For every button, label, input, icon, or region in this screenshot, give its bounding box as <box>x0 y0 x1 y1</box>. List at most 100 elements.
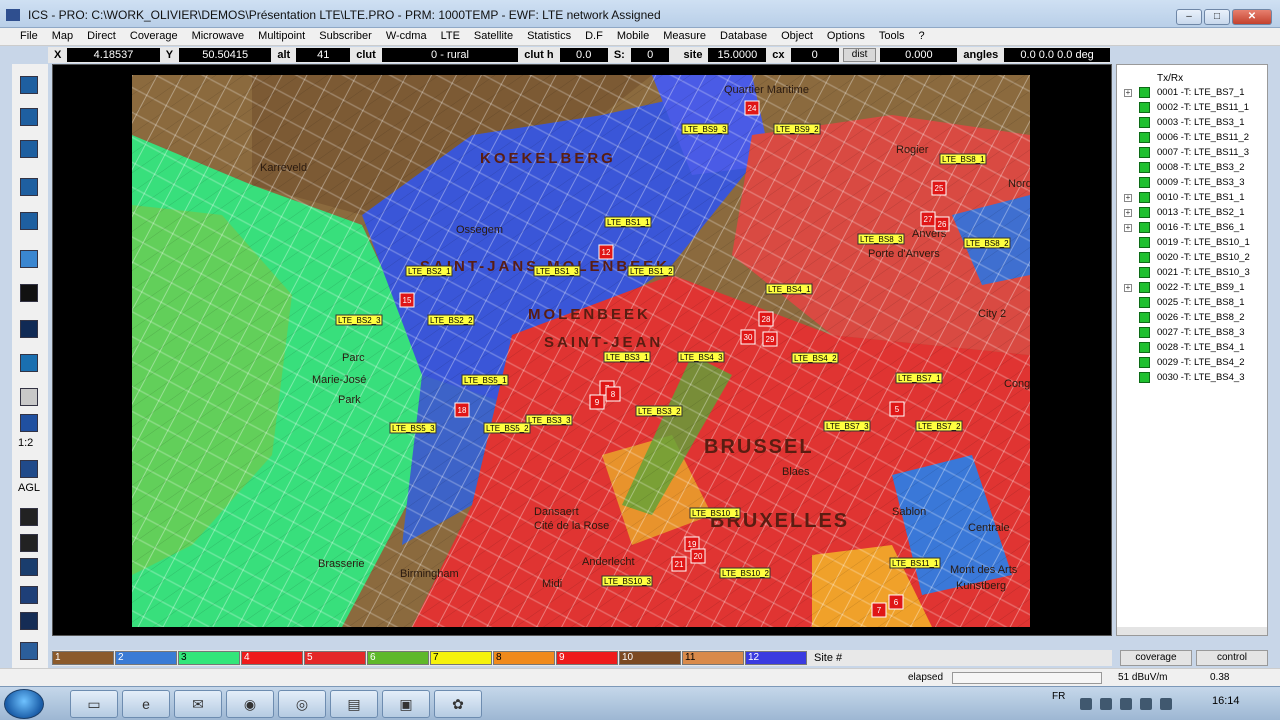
site-marker[interactable]: 7 <box>871 602 887 618</box>
site-marker[interactable]: 15 <box>399 292 415 308</box>
cell-tag[interactable]: LTE_BS11_1 <box>889 557 941 569</box>
site-marker[interactable]: 9 <box>589 394 605 410</box>
transmitter-checkbox-icon[interactable] <box>1139 312 1150 323</box>
menu-file[interactable]: File <box>14 28 46 45</box>
ie-taskbar-icon[interactable]: e <box>122 690 170 718</box>
cell-tag[interactable]: LTE_BS8_3 <box>857 233 905 245</box>
menu-subscriber[interactable]: Subscriber <box>313 28 380 45</box>
tx-rx-item[interactable]: 0003 -T: LTE_BS3_1 <box>1117 115 1267 130</box>
transmitter-checkbox-icon[interactable] <box>1139 342 1150 353</box>
layers-icon[interactable] <box>20 642 38 660</box>
tx-rx-item[interactable]: +0022 -T: LTE_BS9_1 <box>1117 280 1267 295</box>
cell-tag[interactable]: LTE_BS10_3 <box>601 575 653 587</box>
cell-tag[interactable]: LTE_BS4_3 <box>677 351 725 363</box>
language-indicator[interactable]: FR <box>1052 691 1065 702</box>
explorer-taskbar-icon[interactable]: ▭ <box>70 690 118 718</box>
transmitter-checkbox-icon[interactable] <box>1139 252 1150 263</box>
menu-wcdma[interactable]: W-cdma <box>380 28 435 45</box>
tx-rx-item[interactable]: 0026 -T: LTE_BS8_2 <box>1117 310 1267 325</box>
tx-rx-item[interactable]: 0028 -T: LTE_BS4_1 <box>1117 340 1267 355</box>
transmitter-checkbox-icon[interactable] <box>1139 102 1150 113</box>
pan-tool-icon[interactable] <box>20 76 38 94</box>
target-icon[interactable] <box>20 212 38 230</box>
cell-tag[interactable]: LTE_BS8_1 <box>939 153 987 165</box>
area-tool-icon[interactable] <box>20 354 38 372</box>
tx-rx-item[interactable]: 0030 -T: LTE_BS4_3 <box>1117 370 1267 385</box>
bar-chart-icon[interactable] <box>20 178 38 196</box>
cell-tag[interactable]: LTE_BS1_1 <box>604 216 652 228</box>
transmitter-checkbox-icon[interactable] <box>1139 207 1150 218</box>
tx-rx-item[interactable]: +0013 -T: LTE_BS2_1 <box>1117 205 1267 220</box>
tx-rx-item[interactable]: 0002 -T: LTE_BS11_1 <box>1117 100 1267 115</box>
site-marker[interactable]: 28 <box>758 311 774 327</box>
clock[interactable]: 16:14 <box>1212 695 1240 707</box>
pdf-taskbar-icon[interactable]: ▤ <box>330 690 378 718</box>
cell-tag[interactable]: LTE_BS4_1 <box>765 283 813 295</box>
edit-tool-icon[interactable] <box>20 534 38 552</box>
cell-tag[interactable]: LTE_BS3_2 <box>635 405 683 417</box>
transmitter-checkbox-icon[interactable] <box>1139 237 1150 248</box>
mail-taskbar-icon[interactable]: ✉ <box>174 690 222 718</box>
expand-icon[interactable]: + <box>1124 224 1132 232</box>
tx-rx-item[interactable]: 0009 -T: LTE_BS3_3 <box>1117 175 1267 190</box>
site-marker[interactable]: 27 <box>920 211 936 227</box>
menu-df[interactable]: D.F <box>579 28 611 45</box>
tray-volume-icon[interactable] <box>1160 698 1172 710</box>
cell-tag[interactable]: LTE_BS2_2 <box>427 314 475 326</box>
zoom-window-icon[interactable] <box>20 108 38 126</box>
transmitter-checkbox-icon[interactable] <box>1139 267 1150 278</box>
menu-measure[interactable]: Measure <box>657 28 714 45</box>
tool-taskbar-icon[interactable]: ✿ <box>434 690 482 718</box>
ics-taskbar-icon[interactable]: ▣ <box>382 690 430 718</box>
blank-tool-icon[interactable] <box>20 388 38 406</box>
tx-rx-item[interactable]: +0016 -T: LTE_BS6_1 <box>1117 220 1267 235</box>
cell-tag[interactable]: LTE_BS8_2 <box>963 237 1011 249</box>
cell-tag[interactable]: LTE_BS7_1 <box>895 372 943 384</box>
cell-tag[interactable]: LTE_BS9_2 <box>773 123 821 135</box>
menu-map[interactable]: Map <box>46 28 81 45</box>
site-marker[interactable]: 18 <box>454 402 470 418</box>
menu-statistics[interactable]: Statistics <box>521 28 579 45</box>
site-marker[interactable]: 21 <box>671 556 687 572</box>
cell-tag[interactable]: LTE_BS5_2 <box>483 422 531 434</box>
agl-icon[interactable] <box>20 460 38 478</box>
select-tool-icon[interactable] <box>20 508 38 526</box>
tray-flag-icon[interactable] <box>1100 698 1112 710</box>
cell-tag[interactable]: LTE_BS9_3 <box>681 123 729 135</box>
ratio-icon[interactable] <box>20 414 38 432</box>
tx-rx-item[interactable]: +0001 -T: LTE_BS7_1 <box>1117 85 1267 100</box>
cell-tag[interactable]: LTE_BS4_2 <box>791 352 839 364</box>
cell-tag[interactable]: LTE_BS5_3 <box>389 422 437 434</box>
menu-multipoint[interactable]: Multipoint <box>252 28 313 45</box>
transmitter-checkbox-icon[interactable] <box>1139 117 1150 128</box>
chrome-taskbar-icon[interactable]: ◉ <box>226 690 274 718</box>
transmitter-checkbox-icon[interactable] <box>1139 222 1150 233</box>
tx-rx-item[interactable]: 0019 -T: LTE_BS10_1 <box>1117 235 1267 250</box>
site-marker[interactable]: 6 <box>888 594 904 610</box>
site-marker[interactable]: 20 <box>690 548 706 564</box>
cell-tag[interactable]: LTE_BS7_2 <box>915 420 963 432</box>
expand-icon[interactable]: + <box>1124 284 1132 292</box>
cell-tag[interactable]: LTE_BS10_2 <box>719 567 771 579</box>
menu-coverage[interactable]: Coverage <box>124 28 186 45</box>
coverage-button[interactable]: coverage <box>1120 650 1192 666</box>
tray-battery-icon[interactable] <box>1120 698 1132 710</box>
control-button[interactable]: control <box>1196 650 1268 666</box>
tray-network-icon[interactable] <box>1140 698 1152 710</box>
transmitter-checkbox-icon[interactable] <box>1139 282 1150 293</box>
cell-tag[interactable]: LTE_BS2_1 <box>405 265 453 277</box>
cell-tag[interactable]: LTE_BS3_1 <box>603 351 651 363</box>
transmitter-checkbox-icon[interactable] <box>1139 147 1150 158</box>
terrain-icon[interactable] <box>20 558 38 576</box>
expand-icon[interactable]: + <box>1124 209 1132 217</box>
cell-tag[interactable]: LTE_BS1_2 <box>627 265 675 277</box>
transmitter-checkbox-icon[interactable] <box>1139 357 1150 368</box>
transmitter-checkbox-icon[interactable] <box>1139 192 1150 203</box>
maximize-button[interactable]: □ <box>1204 9 1230 25</box>
tx-rx-item[interactable]: 0029 -T: LTE_BS4_2 <box>1117 355 1267 370</box>
cell-tag[interactable]: LTE_BS5_1 <box>461 374 509 386</box>
expand-icon[interactable]: + <box>1124 89 1132 97</box>
globe-icon[interactable] <box>20 586 38 604</box>
site-marker[interactable]: 26 <box>934 216 950 232</box>
menu-lte[interactable]: LTE <box>435 28 468 45</box>
